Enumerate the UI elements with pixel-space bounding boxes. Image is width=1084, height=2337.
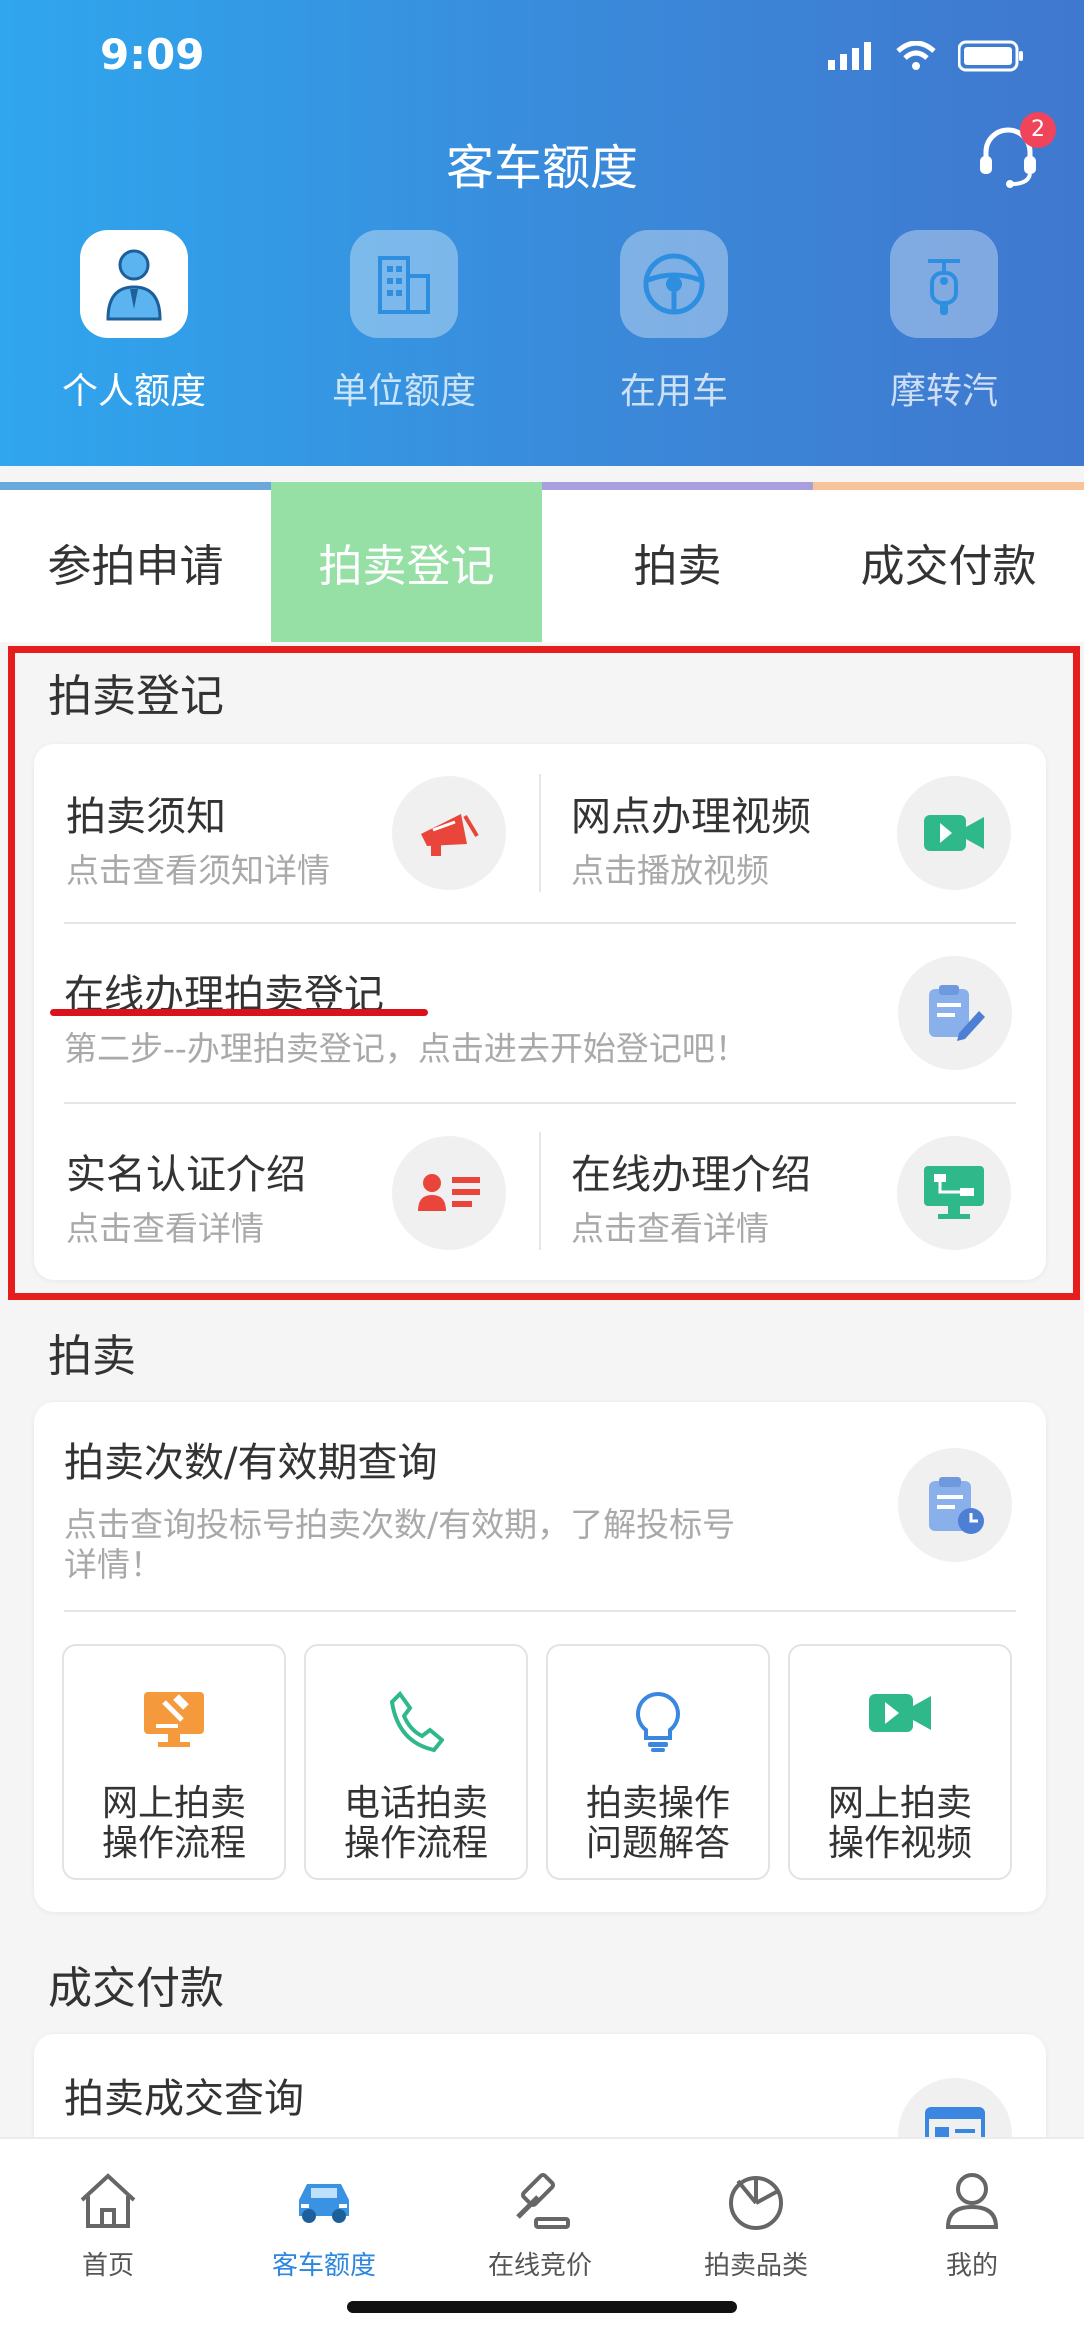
nav-label: 我的 [945,2251,998,2281]
cellular-signal-icon [828,42,874,74]
auction-query-subtitle-1: 点击查询投标号拍卖次数/有效期，了解投标号 [64,1505,736,1544]
tab-payment[interactable]: 成交付款 [813,482,1084,642]
category-label: 在用车 [619,371,728,412]
headset-icon [972,127,1044,196]
steering-wheel-icon [620,230,728,338]
header: 9:09 客车额度 2 个人额度 单位额度 在用车 摩转汽 [0,0,1084,466]
nav-label: 首页 [81,2251,134,2281]
tab-auction[interactable]: 拍卖 [542,482,813,642]
category-label: 摩转汽 [889,371,998,412]
video-camera-icon [790,1690,1010,1760]
tab-apply[interactable]: 参拍申请 [0,482,271,642]
category-label: 个人额度 [61,371,206,412]
tile-online-auction-video[interactable]: 网上拍卖 操作视频 [788,1644,1012,1880]
highlight-box-annotation [8,646,1080,1300]
notification-badge: 2 [1020,112,1056,148]
nav-label: 客车额度 [271,2251,376,2281]
customer-service-button[interactable]: 2 [972,112,1056,192]
tile-online-auction-process[interactable]: 网上拍卖 操作流程 [62,1644,286,1880]
nav-auction-category[interactable]: 拍卖品类 [648,2163,864,2282]
nav-online-bidding[interactable]: 在线竞价 [432,2163,648,2282]
tile-auction-faq[interactable]: 拍卖操作 问题解答 [546,1644,770,1880]
tile-label-1: 网上拍卖 [827,1783,972,1824]
lightbulb-icon [548,1690,768,1760]
deal-query-title: 拍卖成交查询 [64,2076,304,2122]
divider [64,1610,1016,1612]
tile-phone-auction-process[interactable]: 电话拍卖 操作流程 [304,1644,528,1880]
nav-car-quota[interactable]: 客车额度 [216,2163,432,2282]
category-label: 单位额度 [331,371,476,412]
status-icons [828,40,1024,76]
home-icon [0,2163,216,2239]
wifi-icon [896,40,936,75]
tile-label-2: 问题解答 [585,1823,730,1864]
nav-mine[interactable]: 我的 [864,2163,1080,2282]
building-icon [350,230,458,338]
category-moto-convert[interactable]: 摩转汽 [834,230,1054,414]
auction-query-item[interactable]: 拍卖次数/有效期查询 点击查询投标号拍卖次数/有效期，了解投标号 详情！ [34,1402,1046,1610]
battery-icon [957,40,1024,76]
car-icon [216,2163,432,2239]
section-title-payment: 成交付款 [48,1963,224,2014]
scooter-icon [890,230,998,338]
tile-label-2: 操作流程 [343,1823,488,1864]
nav-label: 拍卖品类 [703,2251,808,2281]
auction-query-title: 拍卖次数/有效期查询 [64,1440,438,1486]
nav-home[interactable]: 首页 [0,2163,216,2282]
tile-label-1: 网上拍卖 [101,1783,246,1824]
computer-gavel-icon [64,1690,284,1760]
page-title: 客车额度 [445,140,638,196]
auction-query-subtitle-2: 详情！ [64,1545,163,1584]
tile-label-2: 操作视频 [827,1823,972,1864]
category-company[interactable]: 单位额度 [294,230,514,414]
clipboard-clock-icon [898,1448,1012,1562]
nav-label: 在线竞价 [487,2251,592,2281]
tab-bar: 参拍申请 拍卖登记 拍卖 成交付款 [0,482,1084,642]
status-time: 9:09 [100,30,205,79]
gavel-icon [432,2163,648,2239]
section-title-auction: 拍卖 [48,1331,136,1382]
category-icon [648,2163,864,2239]
category-in-use-car[interactable]: 在用车 [564,230,784,414]
category-personal[interactable]: 个人额度 [24,230,244,414]
tile-label-1: 电话拍卖 [343,1783,488,1824]
user-icon [864,2163,1080,2239]
tile-label-1: 拍卖操作 [585,1783,730,1824]
category-row: 个人额度 单位额度 在用车 摩转汽 [0,230,1084,430]
phone-icon [306,1690,526,1760]
home-indicator [347,2301,737,2313]
tile-label-2: 操作流程 [101,1823,246,1864]
person-icon [80,230,188,338]
tab-registration[interactable]: 拍卖登记 [271,482,542,642]
